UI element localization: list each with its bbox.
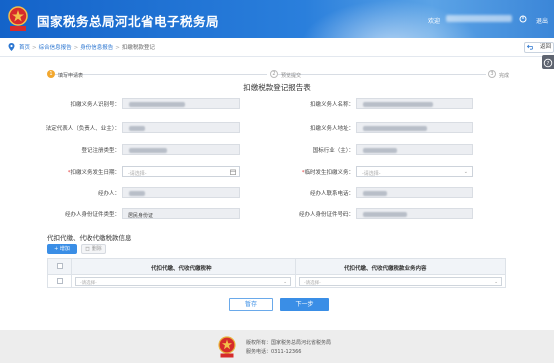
step-1-dot: 1 [47, 70, 55, 78]
agent-id-type-label: 经办人身份证件类型： [64, 212, 120, 218]
industry-label: 国标行业（主）： [312, 148, 354, 154]
next-step-button[interactable]: 下一步 [280, 298, 329, 311]
column-divider [71, 259, 72, 287]
form-title: 扣缴税款登记报告表 [243, 83, 311, 92]
step-2-dot: 2 [270, 70, 278, 78]
temp-duty-placeholder: -请选择- [362, 170, 381, 177]
step-connector [55, 74, 267, 75]
row-checkbox[interactable] [57, 278, 63, 284]
agent-phone-label: 经办人联系电话： [309, 191, 354, 197]
legal-rep-field [122, 122, 240, 133]
footer-copyright: 版权所有：国家税务总局河北省税务局 [246, 340, 332, 346]
delete-row-button[interactable]: 删除 [81, 244, 106, 254]
help-icon: ? [543, 58, 553, 68]
agent-id-no-label: 经办人身份证件号码： [298, 212, 354, 218]
step-1-label: 填写申请表 [58, 73, 84, 79]
tax-type-placeholder: -请选择- [80, 280, 97, 286]
temp-duty-select[interactable]: -请选择- ⌄ [356, 166, 473, 177]
withholder-addr-field [356, 122, 473, 133]
step-2-label: 预览提交 [281, 73, 302, 79]
svg-text:?: ? [547, 61, 550, 67]
help-tab[interactable]: ? [542, 55, 554, 69]
occur-date-label-text: 扣缴义务发生日期： [70, 170, 120, 176]
add-row-button[interactable]: + 增加 [47, 244, 77, 254]
withholder-name-field [356, 98, 473, 109]
step-connector [278, 74, 486, 75]
logout-link[interactable]: 退出 [536, 16, 548, 25]
breadcrumb-current: 扣缴税款登记 [121, 45, 155, 51]
delete-label: 删除 [91, 246, 102, 252]
tax-info-section-title: 代扣代缴、代收代缴税款信息 [47, 234, 132, 242]
header-banner: 国家税务总局河北省电子税务局 欢迎 退出 [0, 0, 554, 38]
withholder-id-field [122, 98, 240, 109]
footer-phone: 服务电话：0311-12366 [246, 349, 302, 355]
breadcrumb-home[interactable]: 首页 [19, 45, 30, 51]
select-all-checkbox[interactable] [57, 263, 63, 269]
chevron-down-icon: ⌄ [283, 279, 287, 285]
footer: 版权所有：国家税务总局河北省税务局 服务电话：0311-12366 [0, 330, 554, 363]
table-header: 代扣代缴、代收代缴税种 代扣代缴、代收代缴税款业务内容 [48, 259, 505, 275]
back-label: 返回 [539, 44, 551, 50]
breadcrumb-identity[interactable]: 身份信息报告 [80, 45, 113, 51]
withholder-name-label: 扣缴义务人名称： [309, 102, 354, 108]
agent-id-no-field [356, 208, 473, 219]
reg-type-field [122, 144, 240, 155]
temp-duty-label: *临时发生扣缴义务： [302, 168, 354, 176]
withholder-id-label: 扣缴义务人识别号： [70, 102, 120, 108]
tax-info-table: 代扣代缴、代收代缴税种 代扣代缴、代收代缴税款业务内容 -请选择- ⌄ -请选择… [47, 258, 506, 288]
agent-id-type-value: 居民身份证 [128, 212, 154, 219]
logout-icon[interactable] [519, 15, 527, 23]
tax-type-select[interactable]: -请选择- ⌄ [75, 277, 291, 286]
tax-emblem-icon [218, 336, 236, 358]
step-3-dot: 3 [488, 70, 496, 78]
column-header-tax-type: 代扣代缴、代收代缴税种 [151, 266, 212, 272]
trash-icon [85, 246, 90, 251]
breadcrumb-comprehensive[interactable]: 综合信息报告 [39, 45, 72, 51]
business-content-select[interactable]: -请选择- ⌄ [299, 277, 502, 286]
breadcrumb-bar: 首页 > 综合信息报告 > 身份信息报告 > 扣缴税款登记 [0, 38, 554, 57]
calendar-icon[interactable] [230, 169, 236, 175]
occur-date-placeholder: -请选择- [128, 170, 147, 177]
chevron-down-icon: ⌄ [463, 169, 468, 175]
step-3-label: 完成 [499, 73, 510, 79]
withholder-addr-label: 扣缴义务人地址： [309, 126, 354, 132]
occur-date-picker[interactable]: -请选择- [122, 166, 240, 177]
back-arrow-icon [527, 44, 533, 50]
welcome-text: 欢迎 [428, 18, 441, 25]
legal-rep-label: 法定代表人（负责人、业主）： [45, 126, 120, 132]
location-pin-icon [8, 43, 15, 51]
reg-type-label: 登记注册类型： [81, 148, 120, 154]
save-draft-button[interactable]: 暂存 [229, 298, 273, 311]
agent-phone-field [356, 187, 473, 198]
site-title: 国家税务总局河北省电子税务局 [37, 14, 220, 29]
industry-field [356, 144, 473, 155]
column-divider [295, 259, 296, 287]
agent-label: 经办人： [97, 191, 120, 197]
agent-field [122, 187, 240, 198]
breadcrumb: 首页 > 综合信息报告 > 身份信息报告 > 扣缴税款登记 [19, 45, 155, 51]
temp-duty-label-text: 临时发生扣缴义务： [304, 170, 354, 176]
agent-id-type-field: 居民身份证 [122, 208, 240, 219]
chevron-down-icon: ⌄ [494, 279, 498, 285]
back-button[interactable]: 返回 [524, 42, 554, 53]
tax-emblem-icon [8, 6, 28, 31]
business-content-placeholder: -请选择- [304, 280, 321, 286]
column-header-business-content: 代扣代缴、代收代缴税款业务内容 [344, 266, 427, 272]
occur-date-label: *扣缴义务发生日期： [68, 168, 120, 176]
username-redacted [446, 15, 512, 22]
